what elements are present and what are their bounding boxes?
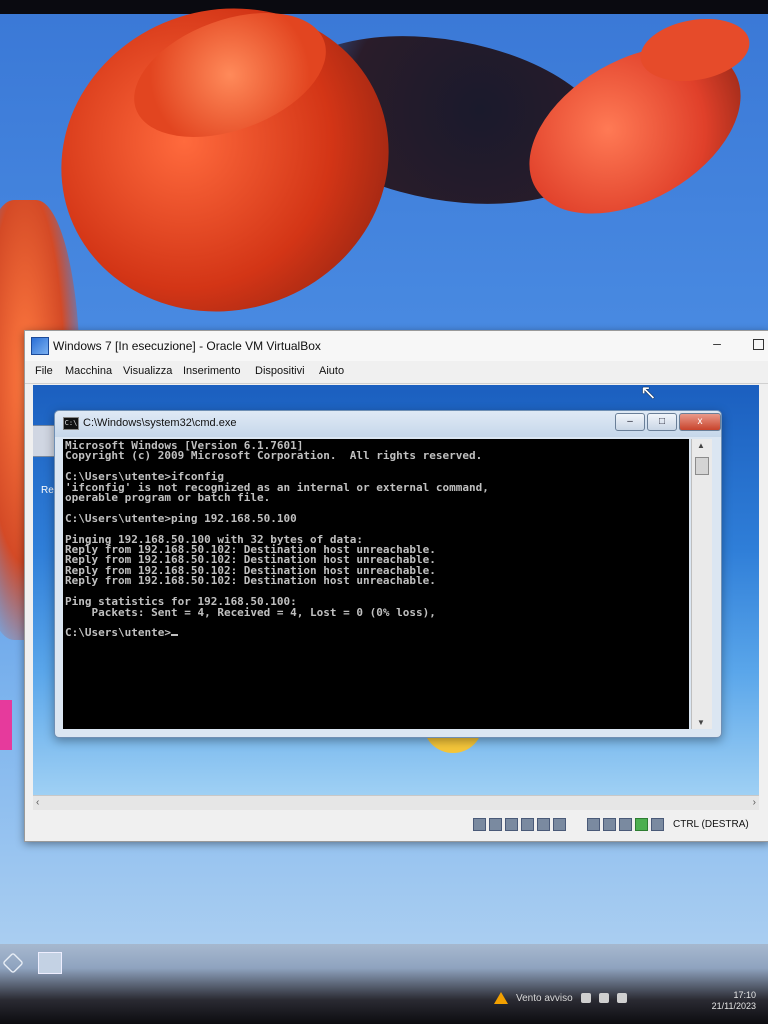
wallpaper-edge [0,700,12,750]
warning-icon[interactable] [494,992,508,1004]
menu-inserimento[interactable]: Inserimento [183,365,240,377]
mouse-pointer-icon: ↖ [640,382,657,404]
tray-clock[interactable]: 17:10 21/11/2023 [700,990,756,1012]
chevron-up-icon[interactable] [580,993,591,1003]
virtualbox-titlebar[interactable]: Windows 7 [In esecuzione] - Oracle VM Vi… [25,331,768,361]
keyboard-icon[interactable] [651,818,664,831]
menu-macchina[interactable]: Macchina [65,365,112,377]
cmd-minimize-button[interactable]: – [615,413,645,431]
recycle-bin-label: Re [41,485,54,496]
wifi-icon[interactable] [616,993,627,1003]
cmd-window-controls: – □ x [615,413,721,431]
menu-dispositivi[interactable]: Dispositivi [255,365,305,377]
scroll-right-icon[interactable]: › [753,797,756,808]
clock-time: 17:10 [733,990,756,1000]
cmd-window-title: C:\Windows\system32\cmd.exe [83,417,237,429]
clock-date: 21/11/2023 [711,1001,756,1011]
scroll-thumb[interactable] [695,457,709,475]
virtualbox-taskbar-icon[interactable] [2,952,24,974]
cmd-close-button[interactable]: x [679,413,721,431]
system-tray: Vento avviso [494,990,627,1006]
minimize-button[interactable]: – [709,335,725,353]
scroll-left-icon[interactable]: ‹ [36,797,39,808]
menu-visualizza[interactable]: Visualizza [123,365,172,377]
virtualbox-window-title: Windows 7 [In esecuzione] - Oracle VM Vi… [53,339,321,353]
cmd-vertical-scrollbar[interactable]: ▲ ▼ [691,439,712,729]
cmd-console-output[interactable]: Microsoft Windows [Version 6.1.7601] Cop… [63,439,689,729]
menu-file[interactable]: File [35,365,53,377]
console-text: Microsoft Windows [Version 6.1.7601] Cop… [65,439,489,640]
text-cursor [170,634,178,637]
guest-horizontal-scrollbar[interactable]: ‹ › [33,795,759,810]
menu-aiuto[interactable]: Aiuto [319,365,344,377]
scroll-up-icon[interactable]: ▲ [697,441,705,450]
speaker-icon[interactable] [598,993,609,1003]
usb-icon[interactable] [537,818,550,831]
cmd-app-icon: C:\ [63,417,79,430]
device-status-icons [473,818,664,831]
monitor-bezel-top [0,0,768,14]
display-icon[interactable] [587,818,600,831]
mouse-integration-icon[interactable] [635,818,648,831]
recording-icon[interactable] [603,818,616,831]
recycle-bin-icon[interactable] [33,425,55,457]
cpu-icon[interactable] [619,818,632,831]
virtualbox-statusbar: CTRL (DESTRA) [25,811,768,839]
network-icon[interactable] [521,818,534,831]
host-key-label: CTRL (DESTRA) [673,819,749,830]
host-taskbar: Vento avviso 17:10 21/11/2023 [0,944,768,1024]
maximize-button[interactable] [753,339,764,350]
cmd-window[interactable]: C:\ C:\Windows\system32\cmd.exe – □ x Mi… [54,410,722,738]
audio-icon[interactable] [505,818,518,831]
scroll-down-icon[interactable]: ▼ [697,718,705,727]
cmd-maximize-button[interactable]: □ [647,413,677,431]
hard-disk-icon[interactable] [473,818,486,831]
shared-folders-icon[interactable] [553,818,566,831]
optical-drive-icon[interactable] [489,818,502,831]
taskbar-app-icon[interactable] [38,952,62,974]
virtualbox-app-icon [31,337,49,355]
notification-text[interactable]: Vento avviso [516,993,573,1004]
